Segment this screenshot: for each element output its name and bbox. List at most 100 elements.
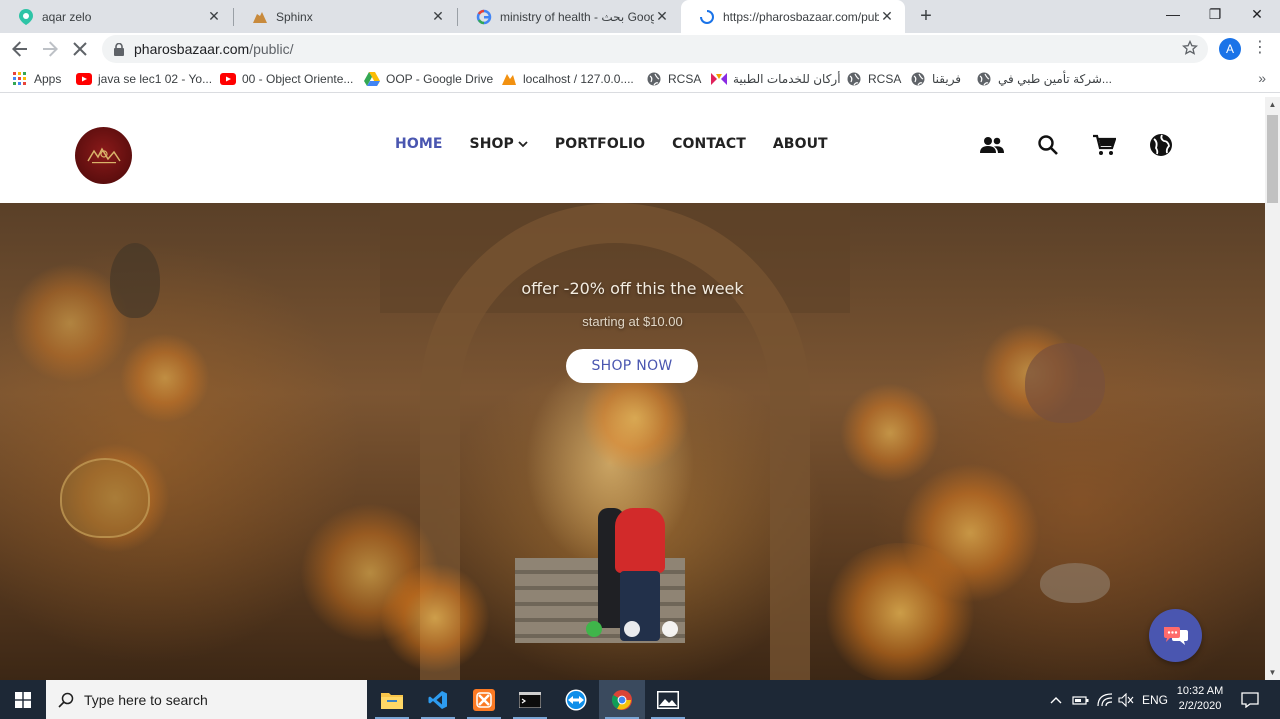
input-language[interactable]: ENG: [1142, 680, 1168, 719]
restore-button[interactable]: ❐: [1192, 0, 1238, 30]
bookmark-our-team[interactable]: فريقنا: [910, 71, 961, 87]
taskbar-search[interactable]: Type here to search: [46, 680, 367, 719]
chrome-icon[interactable]: [599, 680, 645, 719]
bookmark-arkan[interactable]: أركان للخدمات الطبية: [711, 71, 841, 87]
bookmark-java-se[interactable]: java se lec1 02 - Yo...: [76, 71, 212, 87]
loading-spinner-icon: [699, 9, 715, 25]
nav-portfolio[interactable]: PORTFOLIO: [555, 136, 645, 152]
clock-date: 2/2/2020: [1178, 700, 1222, 712]
start-button[interactable]: [0, 680, 46, 719]
bookmark-google-drive[interactable]: OOP - Google Drive: [364, 71, 493, 87]
close-tab-icon[interactable]: ✕: [206, 8, 222, 25]
bookmarks-bar: Apps java se lec1 02 - Yo... 00 - Object…: [0, 65, 1280, 93]
hero-subtitle: starting at $10.00: [582, 314, 683, 329]
nav-label: ABOUT: [772, 136, 828, 152]
tab-title: https://pharosbazaar.com/public/: [723, 9, 879, 24]
main-nav: HOME SHOP PORTFOLIO CONTACT ABOUT: [395, 136, 855, 152]
xampp-icon[interactable]: [461, 680, 507, 719]
close-tab-icon[interactable]: ✕: [430, 8, 446, 25]
lantern: [1040, 563, 1110, 603]
bookmark-label: Apps: [34, 72, 62, 86]
tab-pharosbazaar[interactable]: https://pharosbazaar.com/public/ ✕: [681, 0, 905, 33]
nav-about[interactable]: ABOUT: [773, 136, 828, 152]
battery-icon[interactable]: [1072, 680, 1090, 719]
volume-muted-icon[interactable]: [1118, 680, 1134, 719]
scrollbar-thumb[interactable]: [1267, 115, 1278, 203]
tab-strip: aqar zelo ✕ Sphinx ✕ ministry of health …: [0, 0, 1280, 33]
nav-home[interactable]: HOME: [395, 136, 443, 152]
file-explorer-icon[interactable]: [369, 680, 415, 719]
clock-time: 10:32 AM: [1176, 685, 1224, 697]
page-scrollbar[interactable]: ▲ ▼: [1265, 97, 1280, 680]
teamviewer-icon[interactable]: [553, 680, 599, 719]
windows-taskbar: Type here to search ENG 10:32 AM 2/2/202…: [0, 680, 1280, 719]
phpmyadmin-icon: [501, 71, 517, 87]
tray-chevron-icon[interactable]: [1050, 680, 1062, 719]
bookmark-rcsa-2[interactable]: RCSA: [846, 71, 901, 87]
scroll-up-arrow-icon[interactable]: ▲: [1265, 97, 1280, 112]
lantern-glow: [840, 383, 940, 483]
cart-icon[interactable]: [1090, 131, 1118, 159]
arkan-icon: [711, 71, 727, 87]
forward-arrow-icon[interactable]: [38, 37, 62, 61]
bookmark-label: java se lec1 02 - Yo...: [98, 72, 213, 86]
search-icon: [58, 692, 74, 708]
nav-contact[interactable]: CONTACT: [672, 136, 746, 152]
slider-dot-2[interactable]: [624, 621, 640, 637]
tab-sphinx[interactable]: Sphinx ✕: [234, 0, 456, 33]
bookmark-star-icon[interactable]: [1181, 39, 1199, 59]
tab-aqar-zelo[interactable]: aqar zelo ✕: [0, 0, 232, 33]
google-drive-icon: [364, 71, 380, 87]
chat-button[interactable]: [1149, 609, 1202, 662]
system-clock[interactable]: 10:32 AM 2/2/2020: [1168, 684, 1232, 714]
bookmark-localhost[interactable]: localhost / 127.0.0....: [501, 71, 634, 87]
notifications-icon[interactable]: [1232, 680, 1268, 719]
stop-loading-icon[interactable]: [68, 37, 92, 61]
bookmark-apps[interactable]: Apps: [12, 71, 61, 87]
terminal-icon[interactable]: [507, 680, 553, 719]
close-window-button[interactable]: ✕: [1234, 0, 1280, 30]
site-logo[interactable]: [75, 127, 132, 184]
tab-title: Sphinx: [276, 9, 313, 24]
map-pin-icon: [18, 8, 34, 25]
minimize-button[interactable]: —: [1150, 0, 1196, 30]
slider-dot-1[interactable]: [586, 621, 602, 637]
new-tab-button[interactable]: +: [914, 4, 938, 28]
chrome-menu-icon[interactable]: ⋮: [1252, 39, 1268, 59]
back-arrow-icon[interactable]: [8, 37, 32, 61]
url-host: pharosbazaar.com: [134, 41, 250, 57]
sphinx-icon: [252, 9, 268, 25]
bookmark-object-oriented[interactable]: 00 - Object Oriente...: [220, 71, 353, 87]
tab-google-search[interactable]: ministry of health - بحث Google ✕: [458, 0, 680, 33]
web-page: HOME SHOP PORTFOLIO CONTACT ABOUT offer …: [0, 97, 1265, 680]
profile-avatar[interactable]: A: [1219, 38, 1241, 60]
scroll-down-arrow-icon[interactable]: ▼: [1265, 665, 1280, 680]
globe-icon[interactable]: [1147, 131, 1175, 159]
address-bar[interactable]: pharosbazaar.com/public/: [102, 35, 1208, 63]
bookmark-label: فريقنا: [932, 72, 962, 86]
nav-label: PORTFOLIO: [554, 136, 646, 152]
bookmarks-overflow-icon[interactable]: »: [1258, 70, 1266, 86]
photos-icon[interactable]: [645, 680, 691, 719]
account-group-icon[interactable]: [978, 131, 1006, 159]
bookmark-label: localhost / 127.0.0....: [523, 72, 634, 86]
wifi-icon[interactable]: [1097, 680, 1113, 719]
nav-shop[interactable]: SHOP: [470, 136, 528, 152]
lock-icon: [114, 42, 124, 56]
google-icon: [476, 9, 492, 25]
globe-icon: [646, 71, 662, 87]
vscode-icon[interactable]: [415, 680, 461, 719]
close-tab-icon[interactable]: ✕: [654, 8, 670, 25]
slider-dot-3[interactable]: [662, 621, 678, 637]
bookmark-label: OOP - Google Drive: [386, 72, 494, 86]
shop-now-button[interactable]: SHOP NOW: [566, 349, 698, 383]
close-tab-icon[interactable]: ✕: [879, 8, 895, 25]
search-icon[interactable]: [1034, 131, 1062, 159]
site-header: HOME SHOP PORTFOLIO CONTACT ABOUT: [0, 97, 1265, 203]
nav-label: HOME: [395, 136, 443, 152]
bookmark-rcsa-1[interactable]: RCSA: [646, 71, 701, 87]
globe-icon: [976, 71, 992, 87]
bookmark-insurance[interactable]: شركة تأمين طبي في...: [976, 71, 1112, 87]
hero-caption: offer -20% off this the week starting at…: [0, 279, 1265, 329]
youtube-icon: [76, 71, 92, 87]
